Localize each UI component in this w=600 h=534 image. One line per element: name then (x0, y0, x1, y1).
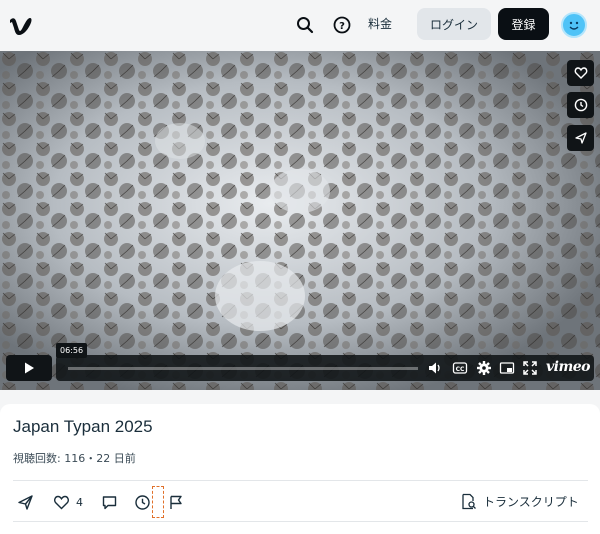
signup-button[interactable]: 登録 (498, 8, 549, 40)
play-button[interactable] (6, 355, 52, 381)
search-icon[interactable] (292, 12, 318, 38)
transcript-button[interactable]: トランスクリプト (461, 493, 579, 510)
flag-icon (170, 495, 182, 509)
fullscreen-icon[interactable] (522, 360, 538, 376)
progress-bar[interactable] (68, 367, 418, 370)
video-player[interactable] (0, 51, 600, 390)
watch-later-icon[interactable] (567, 92, 594, 118)
vimeo-brand-logo[interactable]: vimeo (546, 359, 591, 375)
video-meta: 視聴回数: 116・22 日前 (13, 452, 136, 465)
play-icon (25, 362, 34, 374)
video-frame-snowy-forest-aerial (0, 51, 600, 390)
share-icon[interactable] (567, 125, 594, 151)
comment-button[interactable] (101, 492, 118, 512)
divider-top (13, 480, 588, 481)
cc-icon[interactable]: CC (452, 360, 468, 376)
video-info-card: Japan Typan 2025 視聴回数: 116・22 日前 4 トランスク… (0, 404, 600, 534)
volume-icon[interactable] (427, 360, 443, 376)
pricing-link[interactable]: 料金 (368, 15, 392, 32)
transcript-label: トランスクリプト (483, 495, 579, 509)
settings-icon[interactable] (476, 360, 492, 376)
send-icon (18, 494, 33, 510)
vimeo-logo-icon[interactable] (8, 12, 34, 38)
svg-text:?: ? (339, 21, 345, 32)
report-button[interactable] (168, 492, 185, 512)
like-button[interactable]: 4 (53, 492, 83, 512)
watch-later-button[interactable] (134, 492, 151, 512)
help-icon[interactable]: ? (329, 12, 355, 38)
avatar-icon[interactable] (561, 12, 587, 38)
like-icon[interactable] (567, 60, 594, 86)
video-title: Japan Typan 2025 (13, 417, 153, 436)
control-bar: CC vimeo (56, 355, 594, 381)
picture-in-picture-icon[interactable] (499, 360, 515, 376)
drop-target-marker (152, 486, 164, 518)
top-navigation-bar: ? 料金 ログイン 登録 (0, 0, 600, 50)
heart-icon (54, 495, 69, 509)
comment-icon (102, 495, 117, 509)
login-button[interactable]: ログイン (417, 8, 491, 40)
like-count: 4 (76, 495, 83, 509)
player-controls: CC vimeo (6, 355, 594, 381)
divider-bottom (13, 521, 588, 522)
document-search-icon (462, 493, 476, 510)
svg-text:CC: CC (456, 366, 465, 373)
share-button[interactable] (17, 492, 34, 512)
clock-icon (135, 494, 150, 510)
